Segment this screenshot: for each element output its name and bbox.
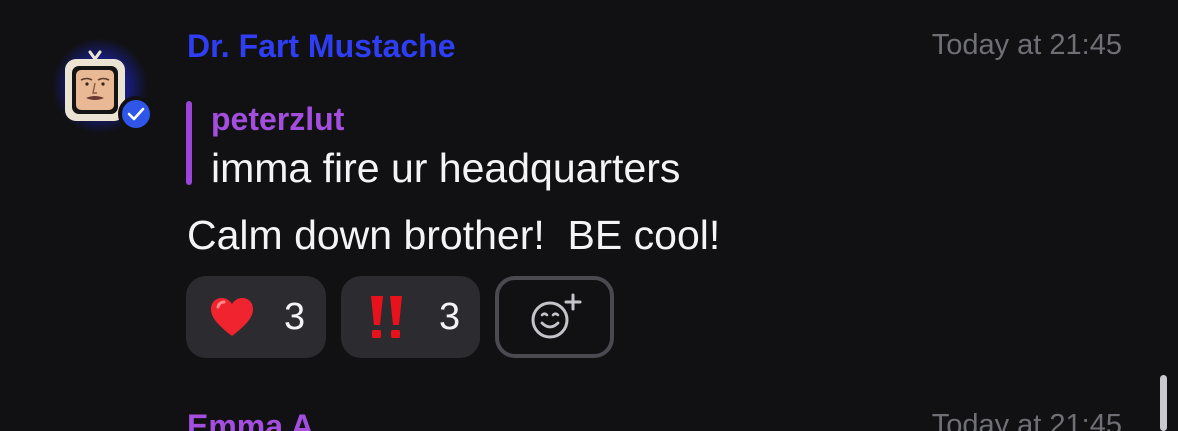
reaction-double-exclamation[interactable]: 3 <box>341 276 480 358</box>
message-author[interactable]: Dr. Fart Mustache <box>187 28 456 65</box>
heart-emoji-icon <box>208 293 256 341</box>
reaction-heart[interactable]: 3 <box>186 276 326 358</box>
add-emoji-icon <box>531 293 581 339</box>
add-reaction-button[interactable] <box>495 276 614 358</box>
avatar[interactable] <box>52 38 154 134</box>
reaction-double-exclamation-count: 3 <box>439 295 461 338</box>
chat-screen: Dr. Fart Mustache Today at 21:45 peterzl… <box>0 0 1178 431</box>
scrollbar[interactable] <box>1160 375 1167 431</box>
checkmark-icon <box>127 107 145 121</box>
double-exclamation-emoji-icon <box>363 293 411 341</box>
reaction-heart-count: 3 <box>284 295 306 338</box>
reaction-bar: 3 3 <box>186 276 614 358</box>
verified-badge <box>118 96 154 132</box>
next-message-timestamp: Today at 21:45 <box>931 409 1122 431</box>
next-message-author[interactable]: Emma A. <box>187 408 323 431</box>
message-text: Calm down brother! BE cool! <box>187 212 721 258</box>
message-timestamp: Today at 21:45 <box>931 29 1122 61</box>
reply-author[interactable]: peterzlut <box>211 101 344 138</box>
reply-quote-bar <box>186 101 192 185</box>
reply-text[interactable]: imma fire ur headquarters <box>211 145 680 192</box>
